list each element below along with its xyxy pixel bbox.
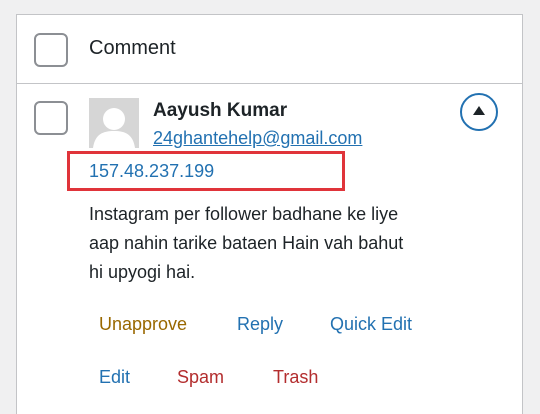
comment-text-line: hi upyogi hai.	[89, 262, 196, 282]
toggle-row-button[interactable]	[460, 93, 498, 131]
comment-text-line: Instagram per follower badhane ke liye	[89, 204, 399, 224]
comment-column-header: Comment	[89, 37, 176, 59]
select-comment-checkbox[interactable]	[34, 101, 68, 135]
triangle-up-icon	[473, 106, 485, 115]
unapprove-link[interactable]: Unapprove	[99, 314, 187, 335]
comment-author-name: Aayush Kumar	[153, 100, 288, 121]
default-avatar-icon	[89, 98, 139, 148]
comment-text-line: aap nahin tarike bataen Hain vah bahut	[89, 233, 404, 253]
table-header: Comment	[17, 15, 522, 84]
reply-link[interactable]: Reply	[237, 314, 283, 335]
spam-link[interactable]: Spam	[177, 367, 224, 388]
select-all-checkbox[interactable]	[34, 33, 68, 67]
comment-author-email[interactable]: 24ghantehelp@gmail.com	[153, 128, 362, 149]
quick-edit-link[interactable]: Quick Edit	[330, 314, 412, 335]
ip-highlight-box	[67, 151, 345, 191]
edit-link[interactable]: Edit	[99, 367, 130, 388]
trash-link[interactable]: Trash	[273, 367, 318, 388]
comment-text: Instagram per follower badhane ke liye a…	[89, 200, 449, 287]
comment-row: Aayush Kumar 24ghantehelp@gmail.com 157.…	[17, 84, 522, 414]
comments-panel: Comment Aayush Kumar 24ghantehelp@gmail.…	[16, 14, 523, 414]
